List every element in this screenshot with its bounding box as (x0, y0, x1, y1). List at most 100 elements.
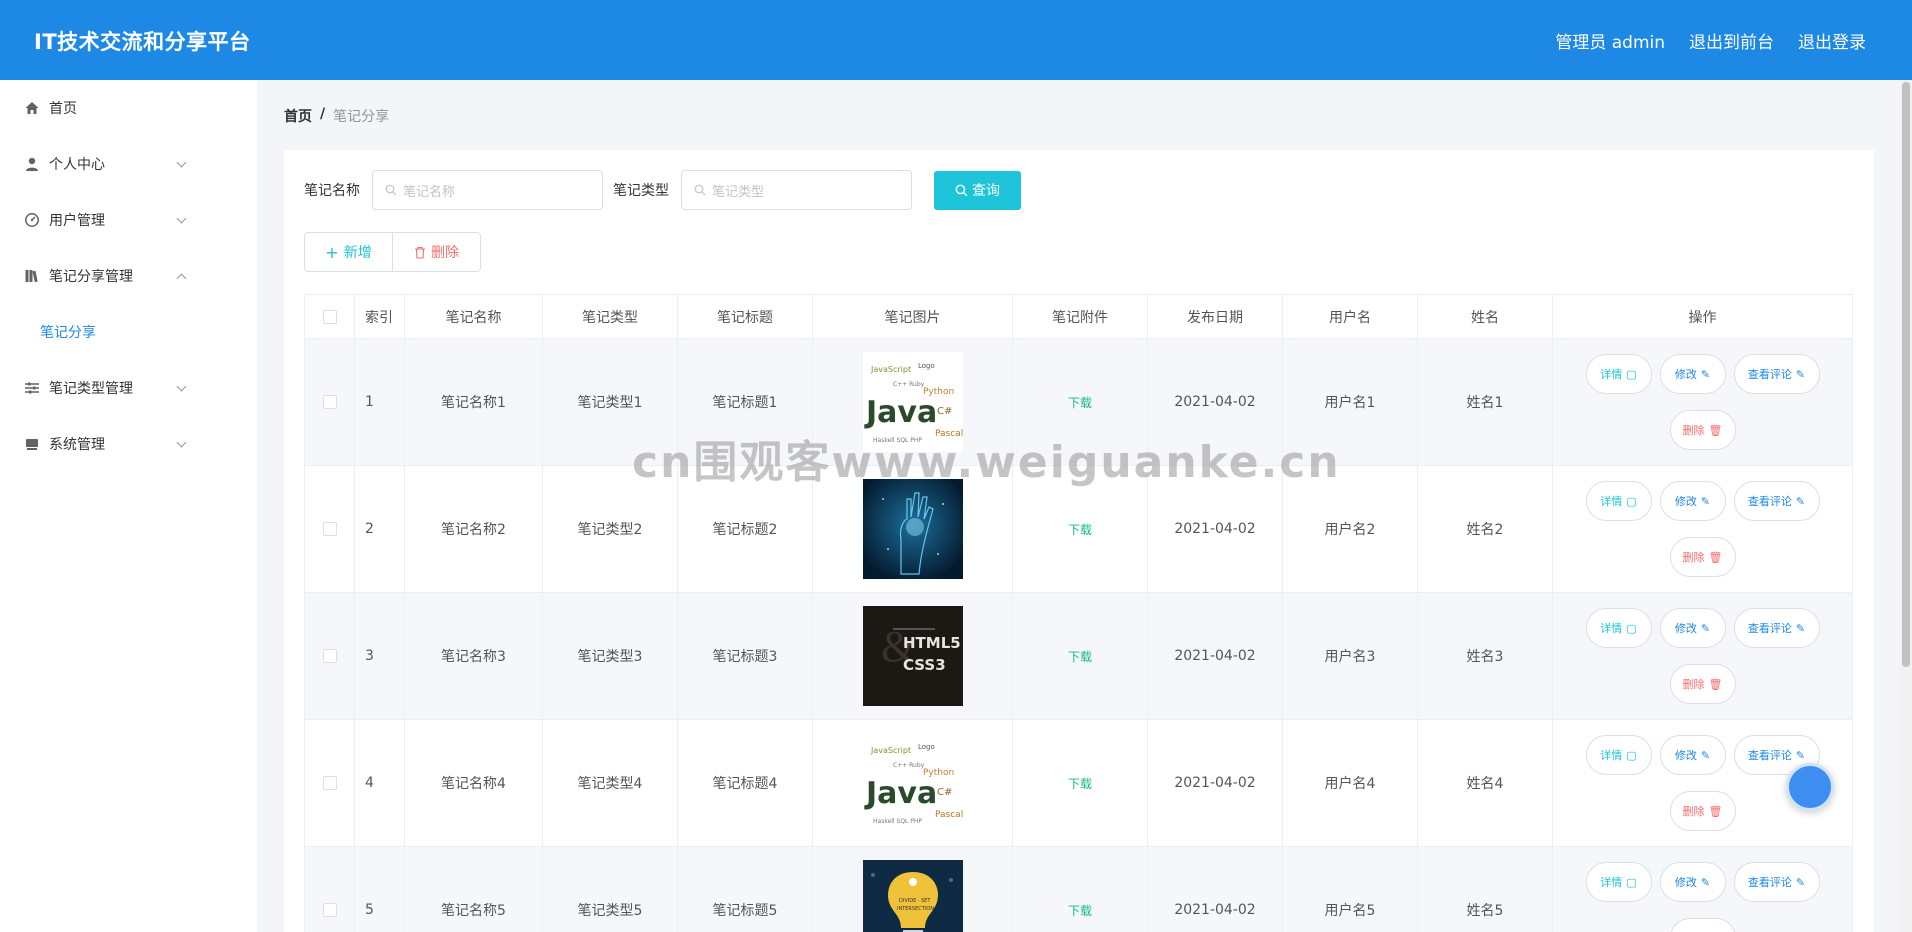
note-image-digital-hand[interactable] (862, 479, 963, 579)
scrollbar-thumb[interactable] (1902, 82, 1910, 667)
edit-button[interactable]: 修改 ✎ (1659, 735, 1726, 775)
library-icon (25, 270, 38, 283)
detail-button[interactable]: 详情 ▢ (1585, 735, 1652, 775)
sidebar-item-system-mgmt[interactable]: 系统管理 (0, 416, 257, 472)
logout-link[interactable]: 退出登录 (1798, 28, 1866, 53)
add-button[interactable]: + 新增 (304, 232, 393, 272)
pencil-icon: ✎ (1795, 494, 1806, 508)
delete-button[interactable]: 删除🗑 (1669, 918, 1736, 932)
row-image-cell: DIVIDE · SET INTERSECTION (813, 847, 1013, 932)
sidebar-subitem-note-share[interactable]: 笔记分享 (0, 304, 257, 360)
detail-button[interactable]: 详情 ▢ (1585, 481, 1652, 521)
view-comments-button[interactable]: 查看评论 ✎ (1733, 608, 1820, 648)
sidebar-item-note-type-mgmt[interactable]: 笔记类型管理 (0, 360, 257, 416)
note-name-label: 笔记名称 (304, 183, 360, 199)
delete-button[interactable]: 删除🗑 (1669, 664, 1736, 704)
note-image-lightbulb[interactable]: DIVIDE · SET INTERSECTION (862, 860, 963, 932)
delete-button[interactable]: 删除🗑 (1669, 537, 1736, 577)
note-image-html5-css3[interactable]: &HTML5CSS3 (862, 606, 963, 706)
breadcrumb-home[interactable]: 首页 (284, 106, 312, 126)
row-type: 笔记类型1 (543, 339, 678, 465)
row-checkbox[interactable] (322, 649, 337, 663)
thumb-css-text: CSS3 (903, 656, 946, 674)
view-comments-button[interactable]: 查看评论 ✎ (1733, 862, 1820, 902)
document-icon: ▢ (1626, 748, 1637, 762)
trash-icon: 🗑 (1708, 677, 1723, 691)
row-realname: 姓名3 (1418, 593, 1553, 719)
user-icon (26, 157, 38, 171)
edit-button[interactable]: 修改 ✎ (1659, 354, 1726, 394)
row-title: 笔记标题3 (678, 593, 813, 719)
row-checkbox[interactable] (322, 903, 337, 917)
sidebar-item-note-share-mgmt[interactable]: 笔记分享管理 (0, 248, 257, 304)
table-row: 3 笔记名称3 笔记类型3 笔记标题3 & HTML5 CSS3 下载 2021-0… (305, 593, 1852, 720)
row-attachment-cell: 下载 (1013, 847, 1148, 932)
row-checkbox[interactable] (322, 522, 337, 536)
row-checkbox[interactable] (322, 776, 337, 790)
table-row: 2 笔记名称2 笔记类型2 笔记标题2 下载 2021-04-02 用户名2 姓… (305, 466, 1852, 593)
header-index: 索引 (355, 295, 405, 338)
row-attachment-cell: 下载 (1013, 720, 1148, 846)
trash-icon (415, 246, 425, 259)
sidebar-item-profile[interactable]: 个人中心 (0, 136, 257, 192)
select-all-checkbox[interactable] (322, 309, 337, 324)
row-date: 2021-04-02 (1148, 593, 1283, 719)
svg-text:C++ Ruby: C++ Ruby (893, 381, 925, 388)
admin-user-label[interactable]: 管理员 admin (1555, 28, 1665, 53)
row-type: 笔记类型2 (543, 466, 678, 592)
row-ops: 详情▢ 修改✎ 查看评论✎ 删除🗑 (1553, 593, 1852, 719)
view-comments-button[interactable]: 查看评论 ✎ (1733, 481, 1820, 521)
batch-delete-button[interactable]: 删除 (392, 232, 481, 272)
svg-text:C++ Ruby: C++ Ruby (893, 762, 925, 769)
exit-to-front-link[interactable]: 退出到前台 (1689, 28, 1774, 53)
floating-chat-button[interactable] (1786, 763, 1834, 811)
drive-icon (26, 439, 38, 450)
pencil-icon: ✎ (1700, 367, 1711, 381)
view-comments-button[interactable]: 查看评论 ✎ (1733, 354, 1820, 394)
sidebar-item-users[interactable]: 用户管理 (0, 192, 257, 248)
note-type-input[interactable]: 笔记类型 (681, 170, 912, 210)
row-select-cell (305, 720, 355, 846)
row-checkbox[interactable] (322, 395, 337, 409)
download-link[interactable]: 下载 (1068, 775, 1092, 792)
row-date: 2021-04-02 (1148, 847, 1283, 932)
svg-text:Haskell SQL PHP: Haskell SQL PHP (873, 437, 922, 444)
edit-button[interactable]: 修改 ✎ (1659, 481, 1726, 521)
download-link[interactable]: 下载 (1068, 394, 1092, 411)
header-actions: 管理员 admin 退出到前台 退出登录 (1555, 28, 1866, 53)
svg-text:Haskell SQL PHP: Haskell SQL PHP (873, 818, 922, 825)
note-image-java[interactable]: JavaScript LogoPythonC++ RubyJava C#Pascal… (862, 733, 963, 833)
row-index: 2 (355, 466, 405, 592)
header-realname: 姓名 (1418, 295, 1553, 338)
svg-text:C#: C# (937, 787, 952, 798)
sidebar-item-label: 用户管理 (49, 213, 105, 229)
detail-button[interactable]: 详情 ▢ (1585, 862, 1652, 902)
note-image-java[interactable]: JavaScript LogoPythonC++ RubyJava C#Pascal… (862, 352, 963, 452)
header-ops: 操作 (1688, 309, 1717, 326)
svg-text:Pascal: Pascal (935, 810, 963, 820)
chevron-down-icon (176, 381, 187, 392)
sidebar-item-label: 首页 (49, 101, 77, 117)
row-ops: 详情▢ 修改✎ 查看评论✎ 删除🗑 (1553, 847, 1852, 932)
edit-button[interactable]: 修改 ✎ (1659, 608, 1726, 648)
delete-button[interactable]: 删除🗑 (1669, 791, 1736, 831)
sidebar-item-label: 笔记类型管理 (49, 381, 133, 397)
svg-text:JavaScript: JavaScript (870, 746, 911, 755)
row-image-cell: JavaScript Logo Python C++ Ruby Java C# Pascal… (813, 339, 1013, 465)
row-realname: 姓名2 (1418, 466, 1553, 592)
note-name-input[interactable]: 笔记名称 (372, 170, 603, 210)
edit-button[interactable]: 修改 ✎ (1659, 862, 1726, 902)
detail-button[interactable]: 详情 ▢ (1585, 608, 1652, 648)
download-link[interactable]: 下载 (1068, 902, 1092, 919)
query-button[interactable]: 查询 (934, 170, 1021, 210)
sidebar-item-home[interactable]: 首页 (0, 80, 257, 136)
row-type: 笔记类型5 (543, 847, 678, 932)
delete-button[interactable]: 删除🗑 (1669, 410, 1736, 450)
row-username: 用户名4 (1283, 720, 1418, 846)
detail-button[interactable]: 详情 ▢ (1585, 354, 1652, 394)
header-name: 笔记名称 (405, 295, 543, 338)
download-link[interactable]: 下载 (1068, 521, 1092, 538)
table-row: 1 笔记名称1 笔记类型1 笔记标题1 JavaScript Logo Python… (305, 339, 1852, 466)
download-link[interactable]: 下载 (1068, 648, 1092, 665)
pencil-icon: ✎ (1700, 748, 1711, 762)
